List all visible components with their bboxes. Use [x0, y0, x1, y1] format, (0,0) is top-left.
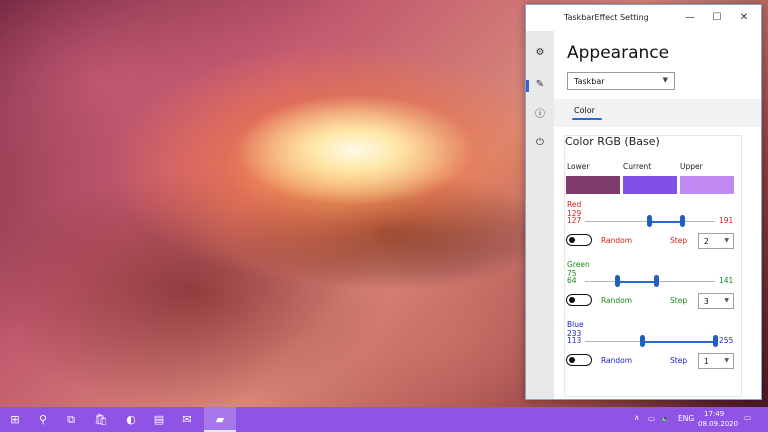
tab-strip: Color: [554, 99, 761, 127]
store-icon[interactable]: 🛍: [92, 411, 110, 429]
file-explorer-icon[interactable]: ▤: [150, 411, 168, 429]
range-slider-max-thumb[interactable]: [712, 335, 718, 347]
channel-name: Green: [567, 260, 590, 269]
step-label: Step: [670, 236, 688, 245]
taskbareffect-app-icon: ▰: [215, 413, 225, 426]
color-rgb-card: Color RGB (Base) Lower Current Upper Red…: [564, 135, 742, 397]
toggle-knob: [569, 236, 575, 243]
mail-icon[interactable]: ✉: [178, 411, 196, 429]
random-toggle[interactable]: [566, 294, 592, 306]
power-icon[interactable]: ⏻: [532, 135, 548, 151]
info-icon[interactable]: ⓘ: [532, 107, 548, 123]
taskbareffect-settings-window: TaskbarEffect Setting — ☐ ✕ ⚙ ✎ ⓘ ⏻ Appe…: [525, 4, 762, 400]
swatch-label-upper: Upper: [680, 162, 703, 171]
range-slider-fill: [642, 340, 715, 343]
swatch-upper: [680, 176, 734, 194]
swatch-current: [623, 176, 677, 194]
step-dropdown[interactable]: 1 ▼: [698, 353, 734, 369]
notifications-icon[interactable]: ▭: [744, 413, 751, 422]
range-min-value: 127: [567, 216, 582, 225]
swatch-label-current: Current: [623, 162, 652, 171]
target-dropdown-value: Taskbar: [574, 77, 605, 86]
range-slider-min-thumb[interactable]: [640, 335, 646, 347]
appearance-icon[interactable]: ✎: [532, 77, 548, 93]
range-slider-min-thumb[interactable]: [615, 275, 621, 287]
tab-color[interactable]: Color: [574, 106, 595, 115]
range-slider-max-thumb[interactable]: [679, 215, 685, 227]
range-min-value: 64: [567, 276, 577, 285]
chevron-down-icon: ▼: [724, 297, 729, 304]
step-dropdown[interactable]: 3 ▼: [698, 293, 734, 309]
random-label: Random: [601, 296, 633, 305]
range-slider-min-thumb[interactable]: [647, 215, 653, 227]
step-dropdown-value: 2: [704, 237, 709, 246]
range-min-value: 113: [567, 336, 582, 345]
minimize-button[interactable]: —: [680, 9, 700, 27]
range-slider-max-thumb[interactable]: [654, 275, 660, 287]
range-slider-fill: [649, 220, 683, 223]
range-max-value: 191: [719, 216, 734, 225]
random-toggle[interactable]: [566, 234, 592, 246]
swatch-lower: [566, 176, 620, 194]
random-label: Random: [601, 236, 633, 245]
step-dropdown-value: 3: [704, 297, 709, 306]
range-max-value: 141: [719, 276, 734, 285]
content-area: Appearance Taskbar ▼ Color Color RGB (Ba…: [554, 31, 761, 399]
task-view-icon[interactable]: ⧉: [62, 411, 80, 429]
random-label: Random: [601, 356, 633, 365]
step-label: Step: [670, 296, 688, 305]
channel-name: Blue: [567, 320, 584, 329]
channel-name: Red: [567, 200, 582, 209]
clock-time[interactable]: 17:49: [704, 410, 724, 418]
range-slider-fill: [617, 280, 657, 283]
chevron-down-icon: ▼: [662, 76, 668, 84]
toggle-knob: [569, 356, 575, 363]
swatch-label-lower: Lower: [567, 162, 590, 171]
maximize-button[interactable]: ☐: [707, 9, 727, 27]
title-bar[interactable]: TaskbarEffect Setting — ☐ ✕: [526, 5, 761, 31]
toggle-knob: [569, 296, 575, 303]
tab-selected-indicator: [572, 118, 602, 120]
gear-icon[interactable]: ⚙: [532, 45, 548, 61]
taskbareffect-taskbar-button[interactable]: ▰: [204, 407, 236, 432]
edge-browser-icon[interactable]: ◐: [122, 411, 140, 429]
nav-selection-indicator: [526, 80, 529, 92]
taskbar: ⊞ ⚲ ⧉ 🛍 ◐ ▤ ✉ ▰ ∧ ▭ 🔈 ENG 17:49 08.09.20…: [0, 407, 768, 432]
search-icon[interactable]: ⚲: [34, 411, 52, 429]
window-title: TaskbarEffect Setting: [564, 13, 649, 22]
step-dropdown[interactable]: 2 ▼: [698, 233, 734, 249]
chevron-down-icon: ▼: [724, 357, 729, 364]
chevron-down-icon: ▼: [724, 237, 729, 244]
target-dropdown[interactable]: Taskbar ▼: [567, 72, 675, 90]
tray-overflow-chevron-icon[interactable]: ∧: [634, 413, 640, 422]
range-max-value: 255: [719, 336, 734, 345]
page-title: Appearance: [567, 43, 670, 63]
volume-icon[interactable]: 🔈: [661, 414, 670, 423]
random-toggle[interactable]: [566, 354, 592, 366]
card-title: Color RGB (Base): [565, 135, 660, 148]
network-icon[interactable]: ▭: [648, 414, 655, 423]
windows-start-icon[interactable]: ⊞: [6, 411, 24, 429]
clock-date[interactable]: 08.09.2020: [698, 420, 738, 428]
close-button[interactable]: ✕: [734, 9, 754, 27]
navigation-rail: ⚙ ✎ ⓘ ⏻: [526, 31, 554, 399]
step-dropdown-value: 1: [704, 357, 709, 366]
language-indicator[interactable]: ENG: [678, 414, 694, 423]
step-label: Step: [670, 356, 688, 365]
